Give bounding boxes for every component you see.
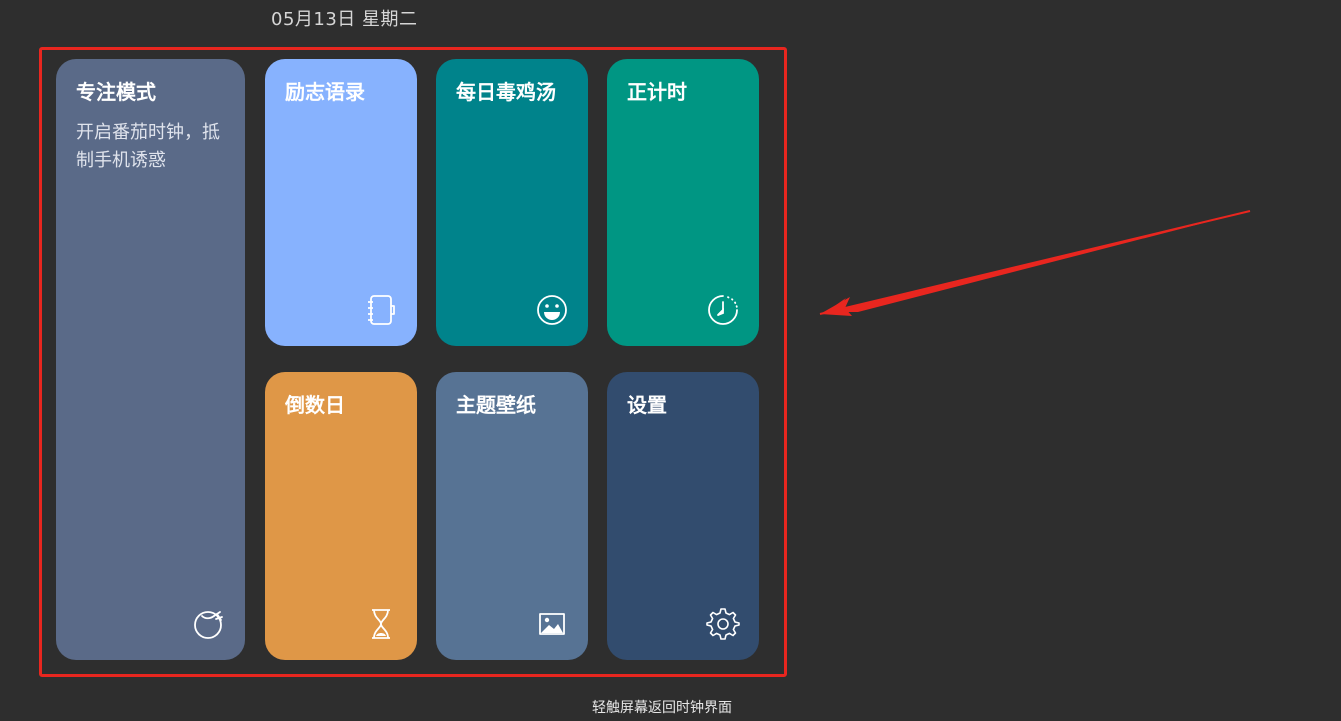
tile-title: 专注模式	[76, 80, 156, 104]
tile-motivational-quotes[interactable]: 励志语录	[265, 59, 417, 346]
tile-subtitle: 开启番茄时钟，抵制手机诱惑	[76, 122, 220, 171]
date-label: 05月13日 星期二	[271, 9, 418, 30]
tile-title: 正计时	[627, 80, 687, 104]
notebook-icon	[363, 292, 399, 328]
tile-theme-wallpaper[interactable]: 主题壁纸	[436, 372, 588, 660]
tile-stopwatch[interactable]: 正计时	[607, 59, 759, 346]
tile-title: 倒数日	[285, 393, 345, 417]
tile-focus-mode[interactable]: 专注模式 开启番茄时钟，抵制手机诱惑	[56, 59, 245, 660]
stopwatch-icon	[705, 292, 741, 328]
gear-icon	[705, 606, 741, 642]
tile-settings[interactable]: 设置	[607, 372, 759, 660]
smiley-icon	[534, 292, 570, 328]
image-icon	[534, 606, 570, 642]
hourglass-icon	[363, 606, 399, 642]
tile-title: 励志语录	[285, 80, 365, 104]
tile-title: 每日毒鸡汤	[456, 80, 556, 104]
tomato-icon	[191, 606, 227, 642]
tile-countdown-days[interactable]: 倒数日	[265, 372, 417, 660]
tile-title: 主题壁纸	[456, 393, 536, 417]
tile-daily-soup[interactable]: 每日毒鸡汤	[436, 59, 588, 346]
return-hint: 轻触屏幕返回时钟界面	[592, 700, 732, 716]
tile-title: 设置	[627, 393, 667, 417]
